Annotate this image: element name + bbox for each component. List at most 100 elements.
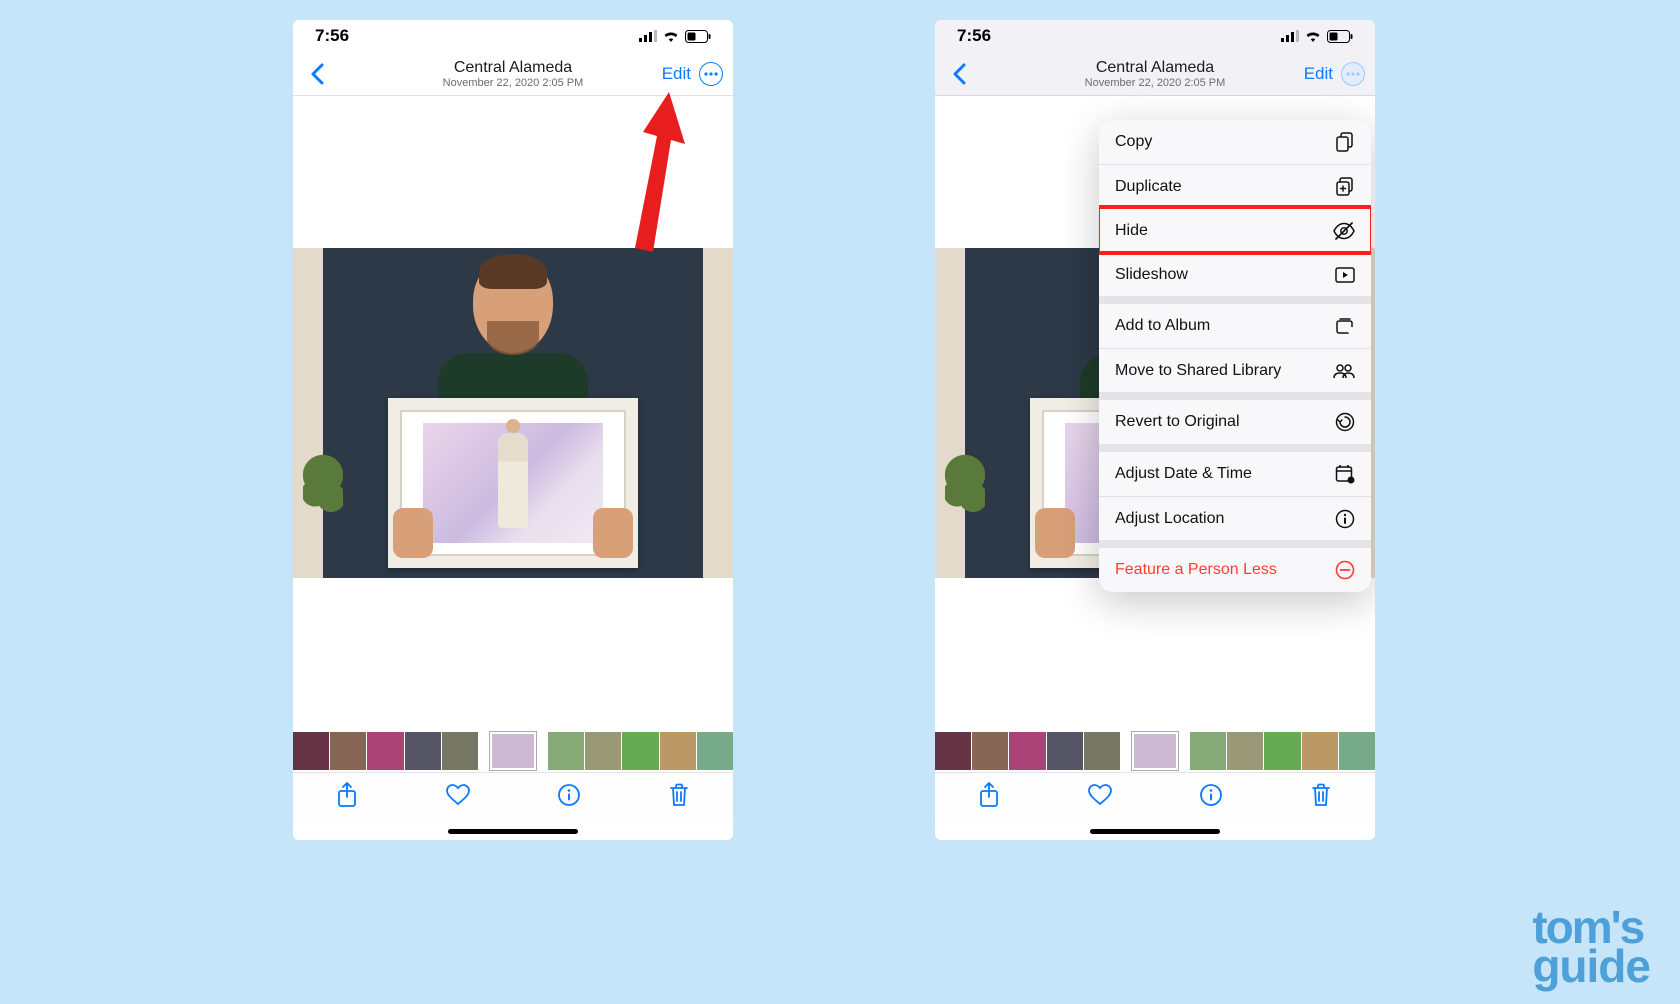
- date-subtitle: November 22, 2020 2:05 PM: [1085, 77, 1226, 89]
- location-title: Central Alameda: [454, 59, 572, 77]
- thumbnail[interactable]: [1227, 732, 1263, 770]
- thumbnail[interactable]: [1339, 732, 1375, 770]
- trash-icon: [1311, 783, 1331, 807]
- thumbnail[interactable]: [1084, 732, 1120, 770]
- thumbnail[interactable]: [548, 732, 584, 770]
- status-icons: [1281, 30, 1353, 43]
- thumbnail[interactable]: [293, 732, 329, 770]
- thumbnail[interactable]: [935, 732, 971, 770]
- context-menu: Copy Duplicate Hide Slideshow Add to Alb…: [1099, 120, 1371, 592]
- thumbnail[interactable]: [1264, 732, 1300, 770]
- trash-icon: [669, 783, 689, 807]
- menu-label: Hide: [1115, 222, 1148, 240]
- more-button[interactable]: [699, 62, 723, 86]
- edit-button[interactable]: Edit: [1304, 64, 1333, 84]
- chevron-left-icon: [952, 63, 966, 85]
- chevron-left-icon: [310, 63, 324, 85]
- slideshow-icon: [1335, 267, 1355, 283]
- toms-guide-logo: tom's guide: [1532, 908, 1650, 986]
- wifi-icon: [1305, 30, 1321, 42]
- thumbnail[interactable]: [330, 732, 366, 770]
- duplicate-icon: [1335, 177, 1355, 197]
- thumbnail[interactable]: [1190, 732, 1226, 770]
- info-icon: [558, 784, 580, 806]
- menu-label: Duplicate: [1115, 178, 1182, 196]
- delete-button[interactable]: [1311, 783, 1331, 812]
- info-button[interactable]: [558, 784, 580, 811]
- favorite-button[interactable]: [446, 784, 470, 811]
- heart-icon: [446, 784, 470, 806]
- thumbnail[interactable]: [405, 732, 441, 770]
- back-button[interactable]: [945, 63, 973, 85]
- photo-viewer[interactable]: [293, 96, 733, 730]
- date-subtitle: November 22, 2020 2:05 PM: [443, 77, 584, 89]
- menu-adjust-date[interactable]: Adjust Date & Time: [1099, 452, 1371, 496]
- ellipsis-icon: [1346, 72, 1360, 76]
- menu-label: Adjust Location: [1115, 510, 1224, 528]
- cellular-icon: [1281, 30, 1299, 42]
- heart-icon: [1088, 784, 1112, 806]
- status-bar: 7:56: [935, 20, 1375, 52]
- nav-bar: Central Alameda November 22, 2020 2:05 P…: [935, 52, 1375, 96]
- menu-revert[interactable]: Revert to Original: [1099, 400, 1371, 444]
- album-icon: [1335, 317, 1355, 335]
- thumbnail[interactable]: [1047, 732, 1083, 770]
- thumbnail-strip[interactable]: [293, 730, 733, 772]
- more-button[interactable]: [1341, 62, 1365, 86]
- revert-icon: [1335, 412, 1355, 432]
- menu-add-album[interactable]: Add to Album: [1099, 304, 1371, 348]
- info-circle-icon: [1335, 509, 1355, 529]
- thumbnail[interactable]: [367, 732, 403, 770]
- menu-slideshow[interactable]: Slideshow: [1099, 252, 1371, 296]
- menu-copy[interactable]: Copy: [1099, 120, 1371, 164]
- minus-circle-icon: [1335, 560, 1355, 580]
- info-button[interactable]: [1200, 784, 1222, 811]
- thumbnail-current[interactable]: [490, 732, 536, 770]
- menu-feature-less[interactable]: Feature a Person Less: [1099, 548, 1371, 592]
- menu-duplicate[interactable]: Duplicate: [1099, 164, 1371, 208]
- home-indicator[interactable]: [293, 822, 733, 840]
- photo: [293, 248, 733, 578]
- ellipsis-icon: [704, 72, 718, 76]
- eye-slash-icon: [1333, 222, 1355, 240]
- thumbnail[interactable]: [442, 732, 478, 770]
- menu-label: Feature a Person Less: [1115, 561, 1277, 579]
- wifi-icon: [663, 30, 679, 42]
- status-bar: 7:56: [293, 20, 733, 52]
- people-icon: [1333, 363, 1355, 379]
- logo-line2: guide: [1532, 947, 1650, 986]
- bottom-toolbar: [935, 772, 1375, 822]
- delete-button[interactable]: [669, 783, 689, 812]
- home-indicator[interactable]: [935, 822, 1375, 840]
- thumbnail[interactable]: [1302, 732, 1338, 770]
- menu-label: Copy: [1115, 133, 1152, 151]
- menu-adjust-location[interactable]: Adjust Location: [1099, 496, 1371, 540]
- menu-hide[interactable]: Hide: [1099, 208, 1371, 252]
- share-icon: [337, 782, 357, 808]
- share-button[interactable]: [979, 782, 999, 813]
- location-title: Central Alameda: [1096, 59, 1214, 77]
- edit-button[interactable]: Edit: [662, 64, 691, 84]
- thumbnail-current[interactable]: [1132, 732, 1178, 770]
- thumbnail[interactable]: [697, 732, 733, 770]
- thumbnail[interactable]: [660, 732, 696, 770]
- share-button[interactable]: [337, 782, 357, 813]
- thumbnail-strip[interactable]: [935, 730, 1375, 772]
- thumbnail[interactable]: [622, 732, 658, 770]
- thumbnail[interactable]: [972, 732, 1008, 770]
- favorite-button[interactable]: [1088, 784, 1112, 811]
- share-icon: [979, 782, 999, 808]
- menu-label: Adjust Date & Time: [1115, 465, 1252, 483]
- menu-label: Slideshow: [1115, 266, 1188, 284]
- battery-icon: [1327, 30, 1353, 43]
- back-button[interactable]: [303, 63, 331, 85]
- menu-label: Add to Album: [1115, 317, 1210, 335]
- thumbnail[interactable]: [585, 732, 621, 770]
- menu-label: Move to Shared Library: [1115, 362, 1281, 380]
- phone-screenshot-right: 7:56 Central Alameda November 22, 2020 2…: [935, 20, 1375, 840]
- thumbnail[interactable]: [1009, 732, 1045, 770]
- menu-move-shared[interactable]: Move to Shared Library: [1099, 348, 1371, 392]
- menu-label: Revert to Original: [1115, 413, 1240, 431]
- phone-screenshot-left: 7:56 Central Alameda November 22, 2020 2…: [293, 20, 733, 840]
- status-icons: [639, 30, 711, 43]
